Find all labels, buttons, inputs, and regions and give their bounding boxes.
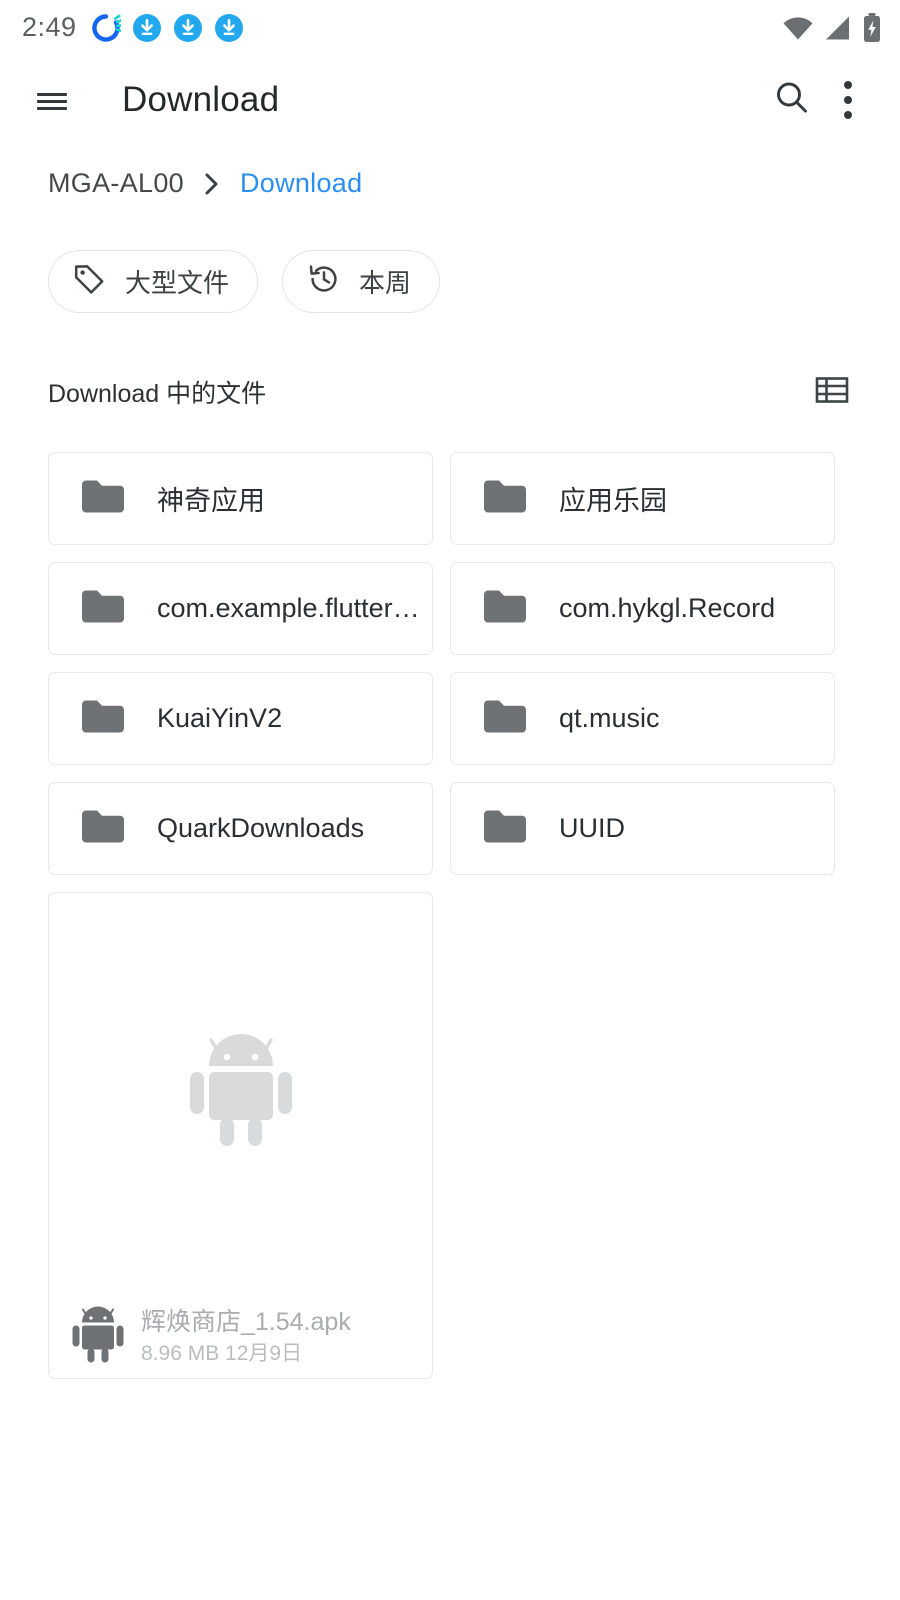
status-bar: 2:49 (0, 0, 900, 55)
status-bar-clock: 2:49 (22, 12, 77, 42)
folder-card[interactable]: QuarkDownloads (48, 782, 433, 875)
download-circle-icon (214, 13, 244, 43)
status-bar-notification-icons (91, 13, 244, 43)
folder-name: com.hykgl.Record (559, 593, 776, 623)
breadcrumb-item-root[interactable]: MGA-AL00 (48, 168, 184, 199)
section-header: Download 中的文件 (48, 372, 852, 412)
file-thumbnail (49, 893, 432, 1293)
app-bar: Download (0, 55, 900, 145)
android-robot-icon (71, 1305, 125, 1370)
status-bar-system-icons (782, 12, 882, 43)
folder-card[interactable]: UUID (450, 782, 835, 875)
filter-chip-label: 本周 (359, 268, 412, 298)
download-circle-icon (173, 13, 203, 43)
sync-spinner-icon (91, 13, 121, 43)
folder-card[interactable]: KuaiYinV2 (48, 672, 433, 765)
file-name: 辉焕商店_1.54.apk (141, 1308, 351, 1337)
android-robot-icon (187, 1032, 295, 1155)
cellular-signal-icon (824, 15, 852, 41)
search-button[interactable] (764, 72, 820, 128)
more-vertical-icon (844, 81, 852, 119)
folder-card[interactable]: qt.music (450, 672, 835, 765)
file-subtitle: 8.96 MB 12月9日 (141, 1342, 303, 1366)
folder-card[interactable]: 应用乐园 (450, 452, 835, 545)
file-grid: 神奇应用 应用乐园 com.example.flutter… com.hykgl… (48, 452, 852, 1379)
folder-icon (482, 477, 528, 520)
filter-chip-label: 大型文件 (125, 268, 230, 298)
folder-icon (482, 697, 528, 740)
folder-name: KuaiYinV2 (157, 703, 283, 733)
breadcrumb: MGA-AL00 Download (48, 168, 362, 199)
filter-chip-this-week[interactable]: 本周 (282, 250, 441, 313)
folder-icon (482, 587, 528, 630)
folder-name: QuarkDownloads (157, 813, 365, 843)
file-manager-screen: 2:49 Download MGA-AL00 Download 大型文件 本周 … (0, 0, 900, 1600)
folder-name: com.example.flutter… (157, 593, 420, 623)
file-card[interactable]: 辉焕商店_1.54.apk 8.96 MB 12月9日 (48, 892, 433, 1379)
history-clock-icon (307, 262, 341, 301)
overflow-menu-button[interactable] (820, 72, 876, 128)
search-icon (773, 79, 811, 122)
folder-icon (80, 807, 126, 850)
folder-icon (80, 587, 126, 630)
section-title: Download 中的文件 (48, 380, 267, 408)
folder-icon (482, 807, 528, 850)
file-meta-text: 辉焕商店_1.54.apk 8.96 MB 12月9日 (141, 1307, 351, 1368)
folder-name: UUID (559, 813, 625, 843)
folder-name: 神奇应用 (157, 486, 265, 516)
folder-name: 应用乐园 (559, 486, 667, 516)
folder-name: qt.music (559, 703, 660, 733)
view-mode-toggle-button[interactable] (812, 372, 852, 412)
hamburger-menu-icon[interactable] (30, 78, 74, 122)
folder-card[interactable]: com.hykgl.Record (450, 562, 835, 655)
list-view-icon (815, 375, 849, 410)
breadcrumb-item-current[interactable]: Download (240, 168, 362, 199)
folder-icon (80, 697, 126, 740)
folder-card[interactable]: 神奇应用 (48, 452, 433, 545)
tag-icon (73, 262, 107, 301)
download-circle-icon (132, 13, 162, 43)
file-meta: 辉焕商店_1.54.apk 8.96 MB 12月9日 (71, 1305, 420, 1370)
filter-chip-row: 大型文件 本周 (48, 250, 441, 313)
page-title: Download (122, 80, 280, 119)
chevron-right-icon (202, 170, 222, 198)
filter-chip-large-files[interactable]: 大型文件 (48, 250, 259, 313)
battery-charging-icon (862, 12, 882, 43)
wifi-icon (782, 15, 814, 41)
folder-icon (80, 477, 126, 520)
folder-card[interactable]: com.example.flutter… (48, 562, 433, 655)
